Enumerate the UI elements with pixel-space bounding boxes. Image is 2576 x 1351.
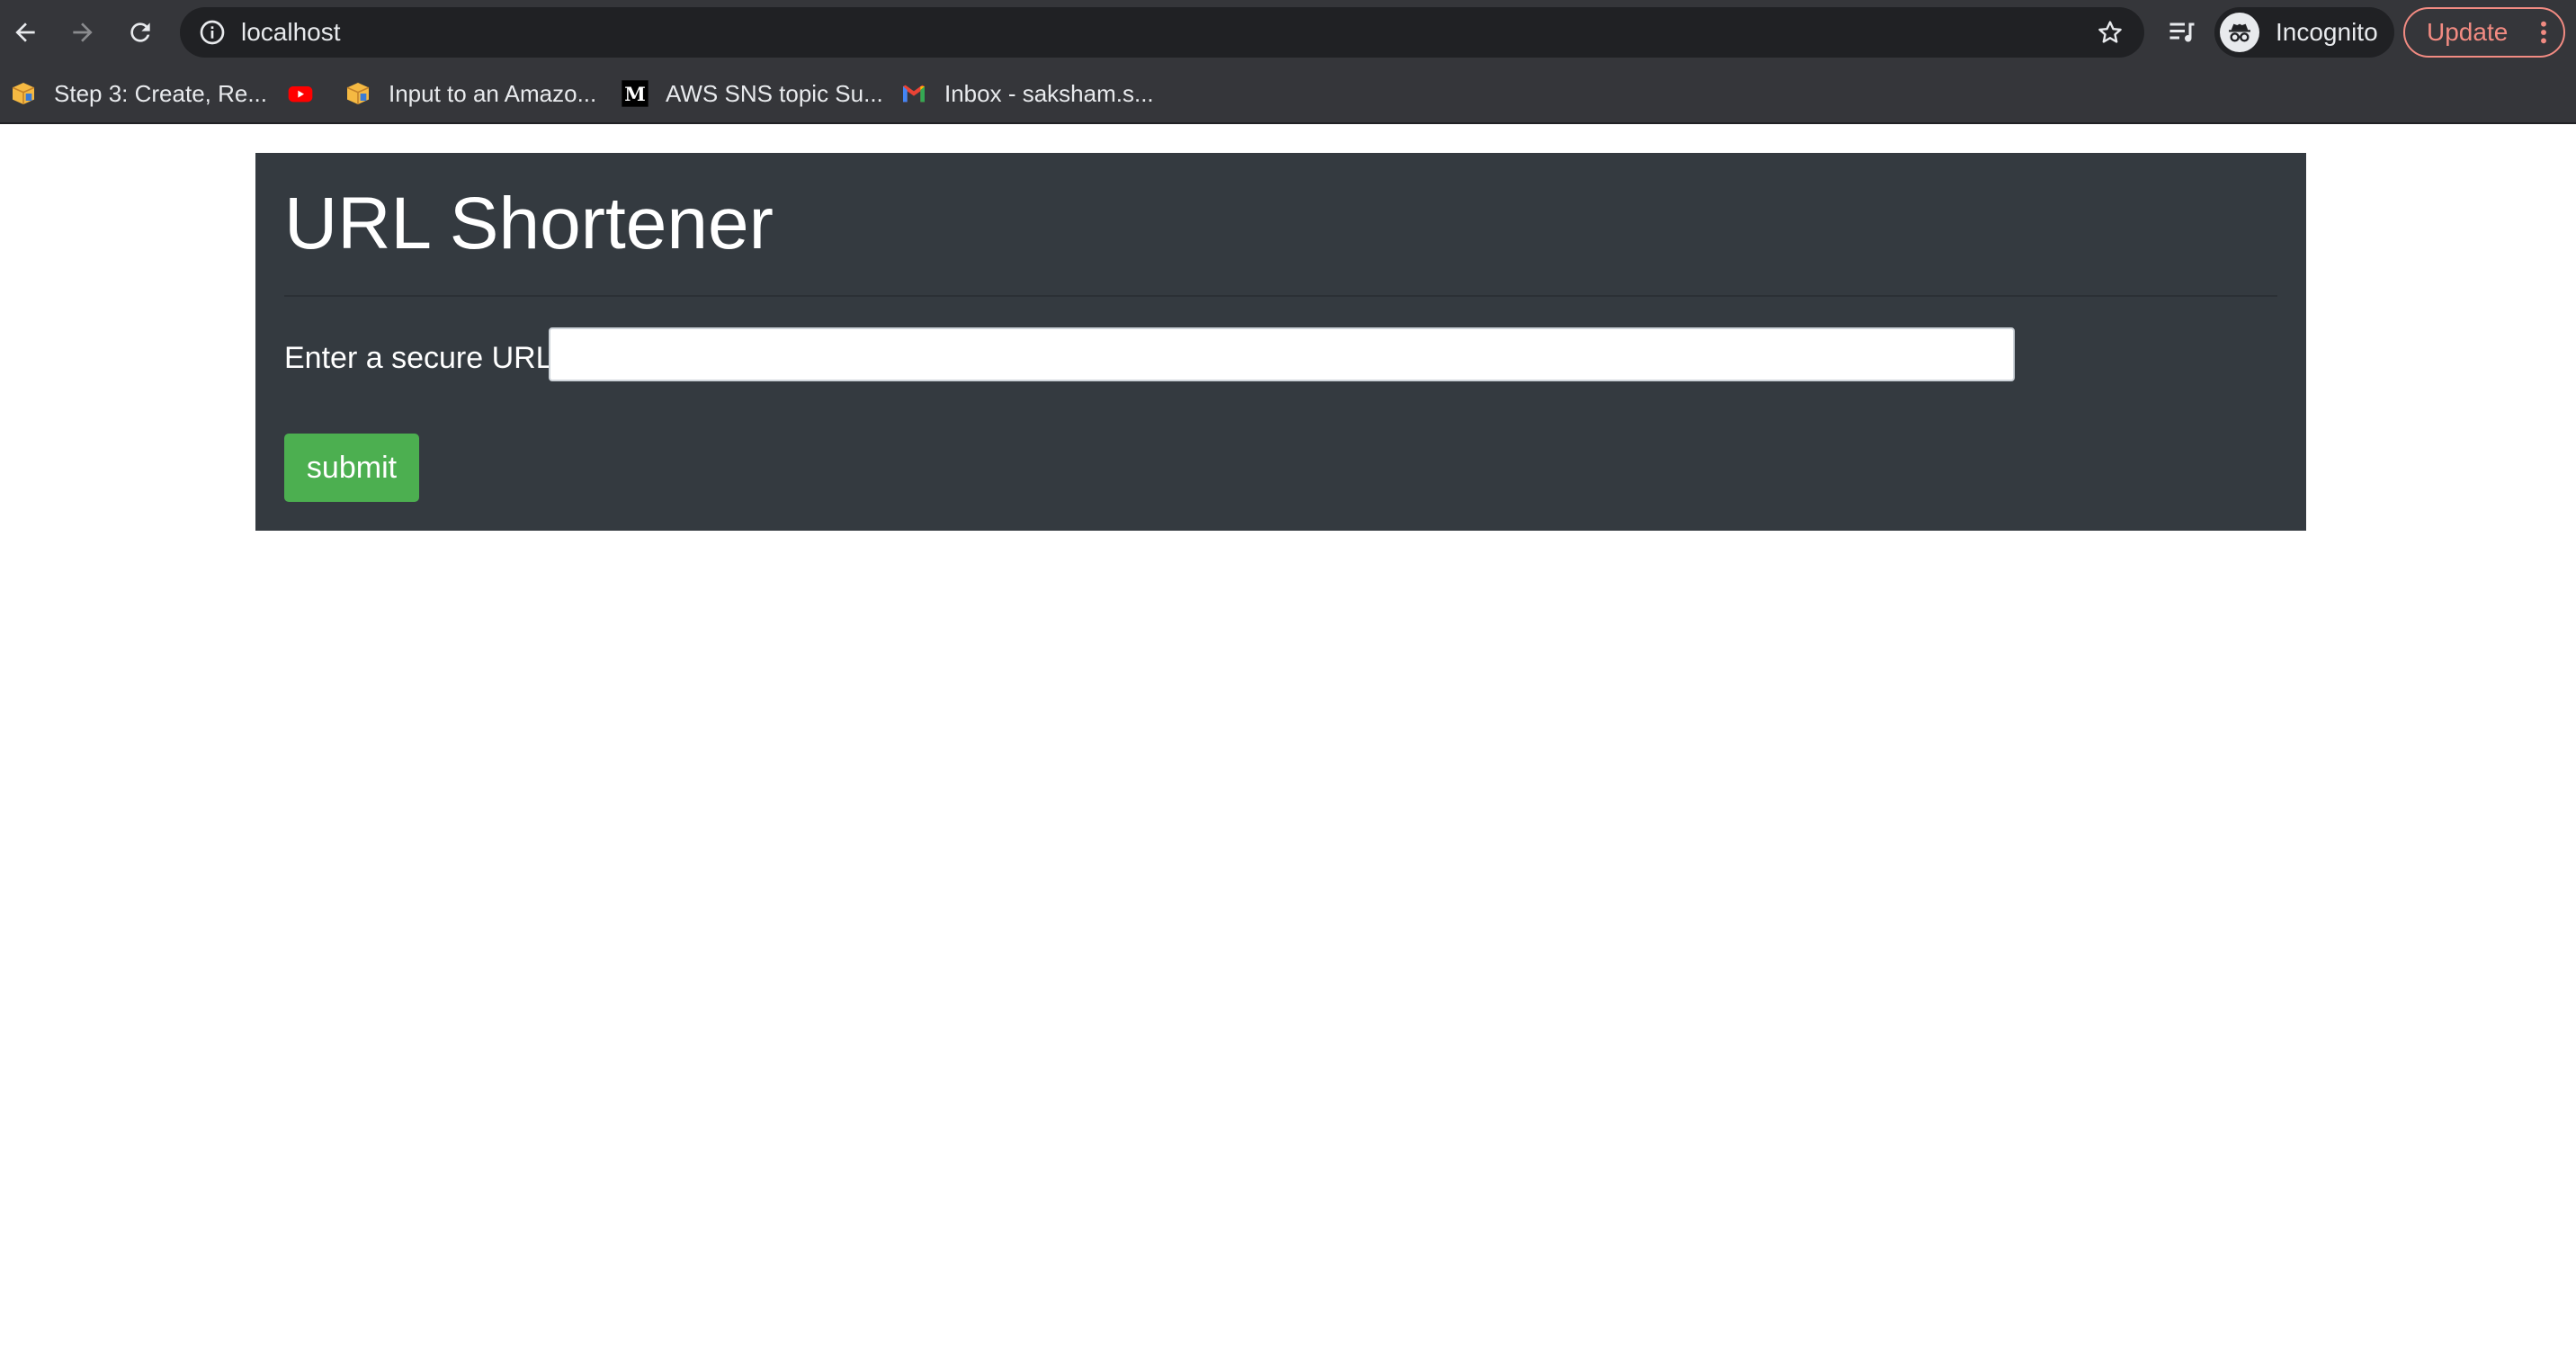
svg-text:M: M [624,84,646,106]
bookmark-item-youtube[interactable] [286,65,315,122]
aws-box-icon [12,83,35,104]
address-url[interactable]: localhost [241,7,341,58]
page-title: URL Shortener [284,183,774,264]
url-field-label: Enter a secure URL: [284,341,562,375]
update-button[interactable]: Update [2403,7,2565,58]
bookmarks-bar: Step 3: Create, Re... Input to an Amazo.… [0,65,2576,124]
submit-button[interactable]: submit [284,434,419,502]
back-button[interactable] [5,13,45,52]
arrow-left-icon [15,22,35,42]
browser-toolbar: localhost Incognito Update [0,0,2576,65]
bookmark-item[interactable]: M AWS SNS topic Su... [621,65,883,122]
arrow-right-icon [73,22,93,42]
bookmark-label: Inbox - saksham.s... [944,79,1154,107]
tab-search-icon[interactable] [2166,16,2198,49]
bookmark-label: Input to an Amazo... [389,79,597,107]
bookmark-label: Step 3: Create, Re... [54,79,268,107]
bookmark-label: AWS SNS topic Su... [666,79,883,107]
bookmark-item[interactable]: Step 3: Create, Re... [9,65,267,122]
divider [284,295,2277,297]
reload-button[interactable] [121,13,160,52]
incognito-icon [2220,13,2259,52]
youtube-icon [288,86,313,103]
update-label: Update [2427,18,2509,46]
incognito-label: Incognito [2276,18,2378,46]
bookmark-item[interactable]: Inbox - saksham.s... [899,65,1154,122]
star-icon[interactable] [2096,18,2124,47]
forward-button[interactable] [63,13,103,52]
bookmark-item[interactable]: Input to an Amazo... [344,65,596,122]
aws-box-icon [346,83,370,104]
url-input[interactable] [549,327,2015,381]
gmail-icon [903,85,925,103]
address-bar[interactable]: localhost [180,7,2144,58]
info-icon[interactable] [198,18,227,47]
medium-icon: M [622,80,648,107]
more-vert-icon[interactable] [2536,18,2551,47]
incognito-profile-button[interactable]: Incognito [2214,7,2394,58]
url-shortener-panel: URL Shortener Enter a secure URL: submit [255,153,2306,531]
reload-icon [130,22,150,42]
